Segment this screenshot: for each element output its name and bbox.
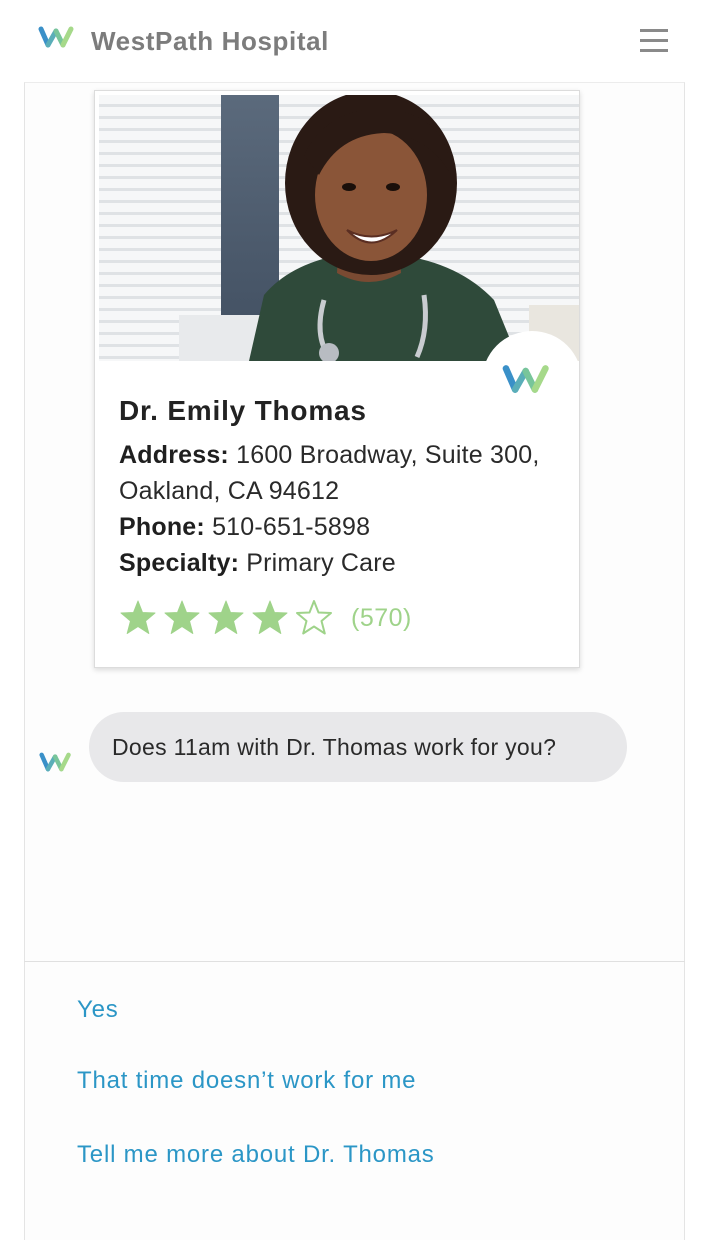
star-rating: (570) [119, 598, 412, 638]
doctor-card[interactable]: Dr. Emily Thomas Address: 1600 Broadway,… [94, 90, 580, 668]
card-logo-badge [482, 331, 579, 431]
doctor-name: Dr. Emily Thomas [119, 395, 367, 426]
quick-reply-time-not-working[interactable]: That time doesn’t work for me [77, 1067, 416, 1095]
bot-message-bubble: Does 11am with Dr. Thomas work for you? [89, 712, 627, 782]
phone-value: 510-651-5898 [212, 513, 371, 541]
quick-reply-yes[interactable]: Yes [77, 996, 119, 1024]
specialty-value: Primary Care [246, 549, 396, 577]
star-filled-icon [208, 600, 244, 634]
westpath-logo-icon [38, 26, 74, 48]
doctor-address: Address: 1600 Broadway, Suite 300, Oakla… [119, 437, 559, 509]
star-filled-icon [252, 600, 288, 634]
star-empty-icon [296, 600, 332, 635]
westpath-logo-icon [502, 365, 549, 393]
specialty-label: Specialty: [119, 549, 240, 577]
phone-label: Phone: [119, 513, 205, 541]
quick-replies-divider [24, 961, 685, 962]
hamburger-menu-icon[interactable] [638, 26, 670, 54]
brand-title: WestPath Hospital [91, 26, 329, 56]
app-header: WestPath Hospital [0, 0, 704, 82]
address-label: Address: [119, 441, 229, 469]
doctor-specialty: Specialty: Primary Care [119, 545, 559, 581]
star-filled-icon [120, 600, 156, 634]
bot-avatar-icon [39, 752, 71, 772]
rating-count: (570) [351, 603, 412, 632]
doctor-phone: Phone: 510-651-5898 [119, 509, 559, 545]
star-filled-icon [164, 600, 200, 634]
quick-reply-more-about-doctor[interactable]: Tell me more about Dr. Thomas [77, 1141, 435, 1169]
doctor-photo [99, 95, 579, 361]
